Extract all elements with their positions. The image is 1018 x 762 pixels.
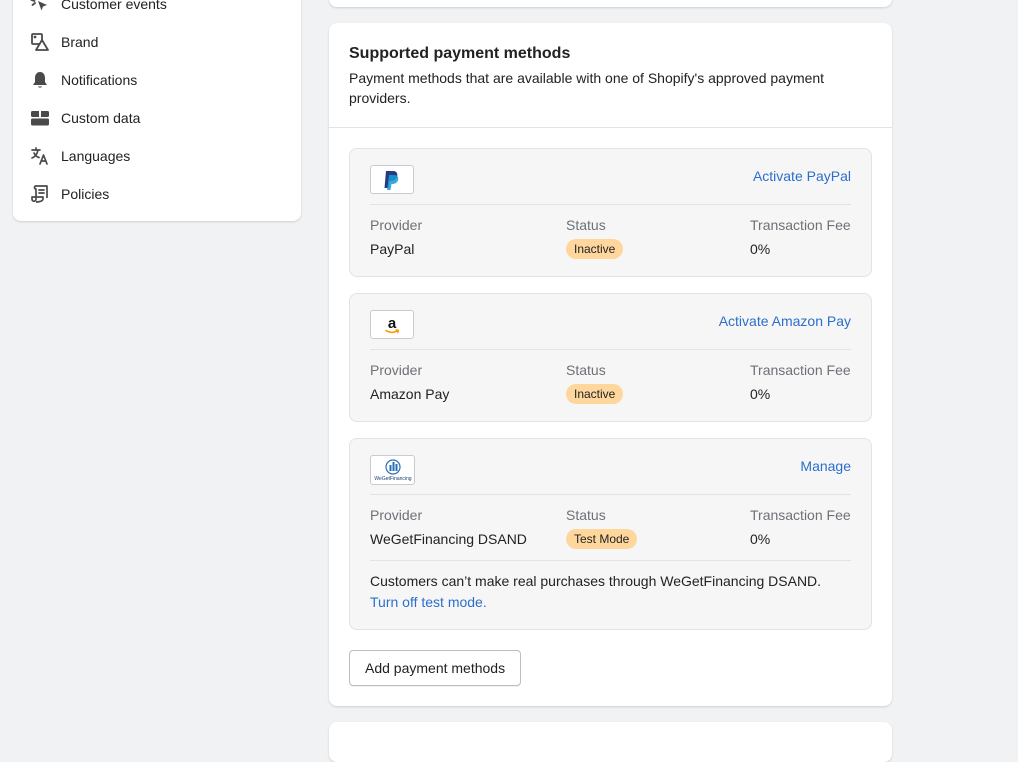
provider-header: Provider — [370, 362, 423, 378]
sidebar-item-custom-data[interactable]: Custom data — [29, 99, 289, 137]
fee-header: Transaction Fee — [750, 362, 851, 378]
test-mode-note: Customers can’t make real purchases thro… — [370, 573, 822, 589]
policy-document-icon — [30, 184, 50, 204]
brand-icon — [30, 32, 50, 52]
divider — [370, 204, 851, 205]
add-payment-methods-button[interactable]: Add payment methods — [349, 650, 522, 686]
amazon-logo: a — [370, 310, 414, 339]
divider — [329, 127, 892, 128]
status-badge: Test Mode — [566, 529, 638, 549]
translate-icon — [30, 146, 50, 166]
next-card — [329, 722, 892, 762]
provider-header: Provider — [370, 507, 423, 523]
sidebar-item-customer-events[interactable]: Customer events — [29, 0, 289, 23]
paypal-logo — [370, 165, 414, 194]
supported-payment-methods-card: Supported payment methods Payment method… — [329, 23, 892, 706]
divider — [370, 560, 851, 561]
settings-sidebar: Customer events Brand Notifications Cust… — [13, 0, 301, 221]
provider-name: PayPal — [370, 241, 415, 257]
status-badge: Inactive — [566, 239, 624, 259]
activate-amazon-pay-link[interactable]: Activate Amazon Pay — [719, 313, 851, 329]
status-badge: Inactive — [566, 384, 624, 404]
provider-name: Amazon Pay — [370, 386, 450, 402]
fee-header: Transaction Fee — [750, 217, 851, 233]
activate-paypal-link[interactable]: Activate PayPal — [753, 168, 851, 184]
card-title: Supported payment methods — [349, 45, 571, 62]
provider-name: WeGetFinancing DSAND — [370, 531, 527, 547]
provider-card-amazon-pay: a Activate Amazon Pay Provider Status Tr… — [349, 293, 872, 422]
transaction-fee: 0% — [750, 386, 771, 402]
sidebar-item-policies[interactable]: Policies — [29, 175, 289, 213]
sidebar-item-languages[interactable]: Languages — [29, 137, 289, 175]
sidebar-item-label: Languages — [61, 148, 131, 164]
sidebar-item-label: Policies — [61, 186, 110, 202]
manage-link[interactable]: Manage — [800, 458, 851, 474]
status-header: Status — [566, 217, 606, 233]
turn-off-test-mode-link[interactable]: Turn off test mode. — [370, 594, 487, 610]
sidebar-item-brand[interactable]: Brand — [29, 23, 289, 61]
divider — [370, 349, 851, 350]
sidebar-item-label: Customer events — [61, 0, 167, 12]
sidebar-item-label: Brand — [61, 34, 99, 50]
fee-header: Transaction Fee — [750, 507, 851, 523]
transaction-fee: 0% — [750, 241, 771, 257]
sidebar-item-label: Notifications — [61, 72, 138, 88]
sidebar-item-notifications[interactable]: Notifications — [29, 61, 289, 99]
status-header: Status — [566, 507, 606, 523]
svg-text:WeGetFinancing: WeGetFinancing — [374, 476, 411, 482]
previous-card — [329, 0, 892, 7]
provider-header: Provider — [370, 217, 423, 233]
status-header: Status — [566, 362, 606, 378]
custom-data-icon — [30, 108, 50, 128]
divider — [370, 494, 851, 495]
bell-icon — [30, 70, 50, 90]
provider-card-paypal: Activate PayPal Provider Status Transact… — [349, 148, 872, 277]
card-subtitle: Payment methods that are available with … — [349, 70, 825, 106]
provider-card-wegetfinancing: WeGetFinancing Manage Provider Status Tr… — [349, 438, 872, 630]
wegetfinancing-logo: WeGetFinancing — [370, 455, 415, 485]
sidebar-item-label: Custom data — [61, 110, 141, 126]
cursor-click-icon — [30, 0, 50, 14]
transaction-fee: 0% — [750, 531, 771, 547]
